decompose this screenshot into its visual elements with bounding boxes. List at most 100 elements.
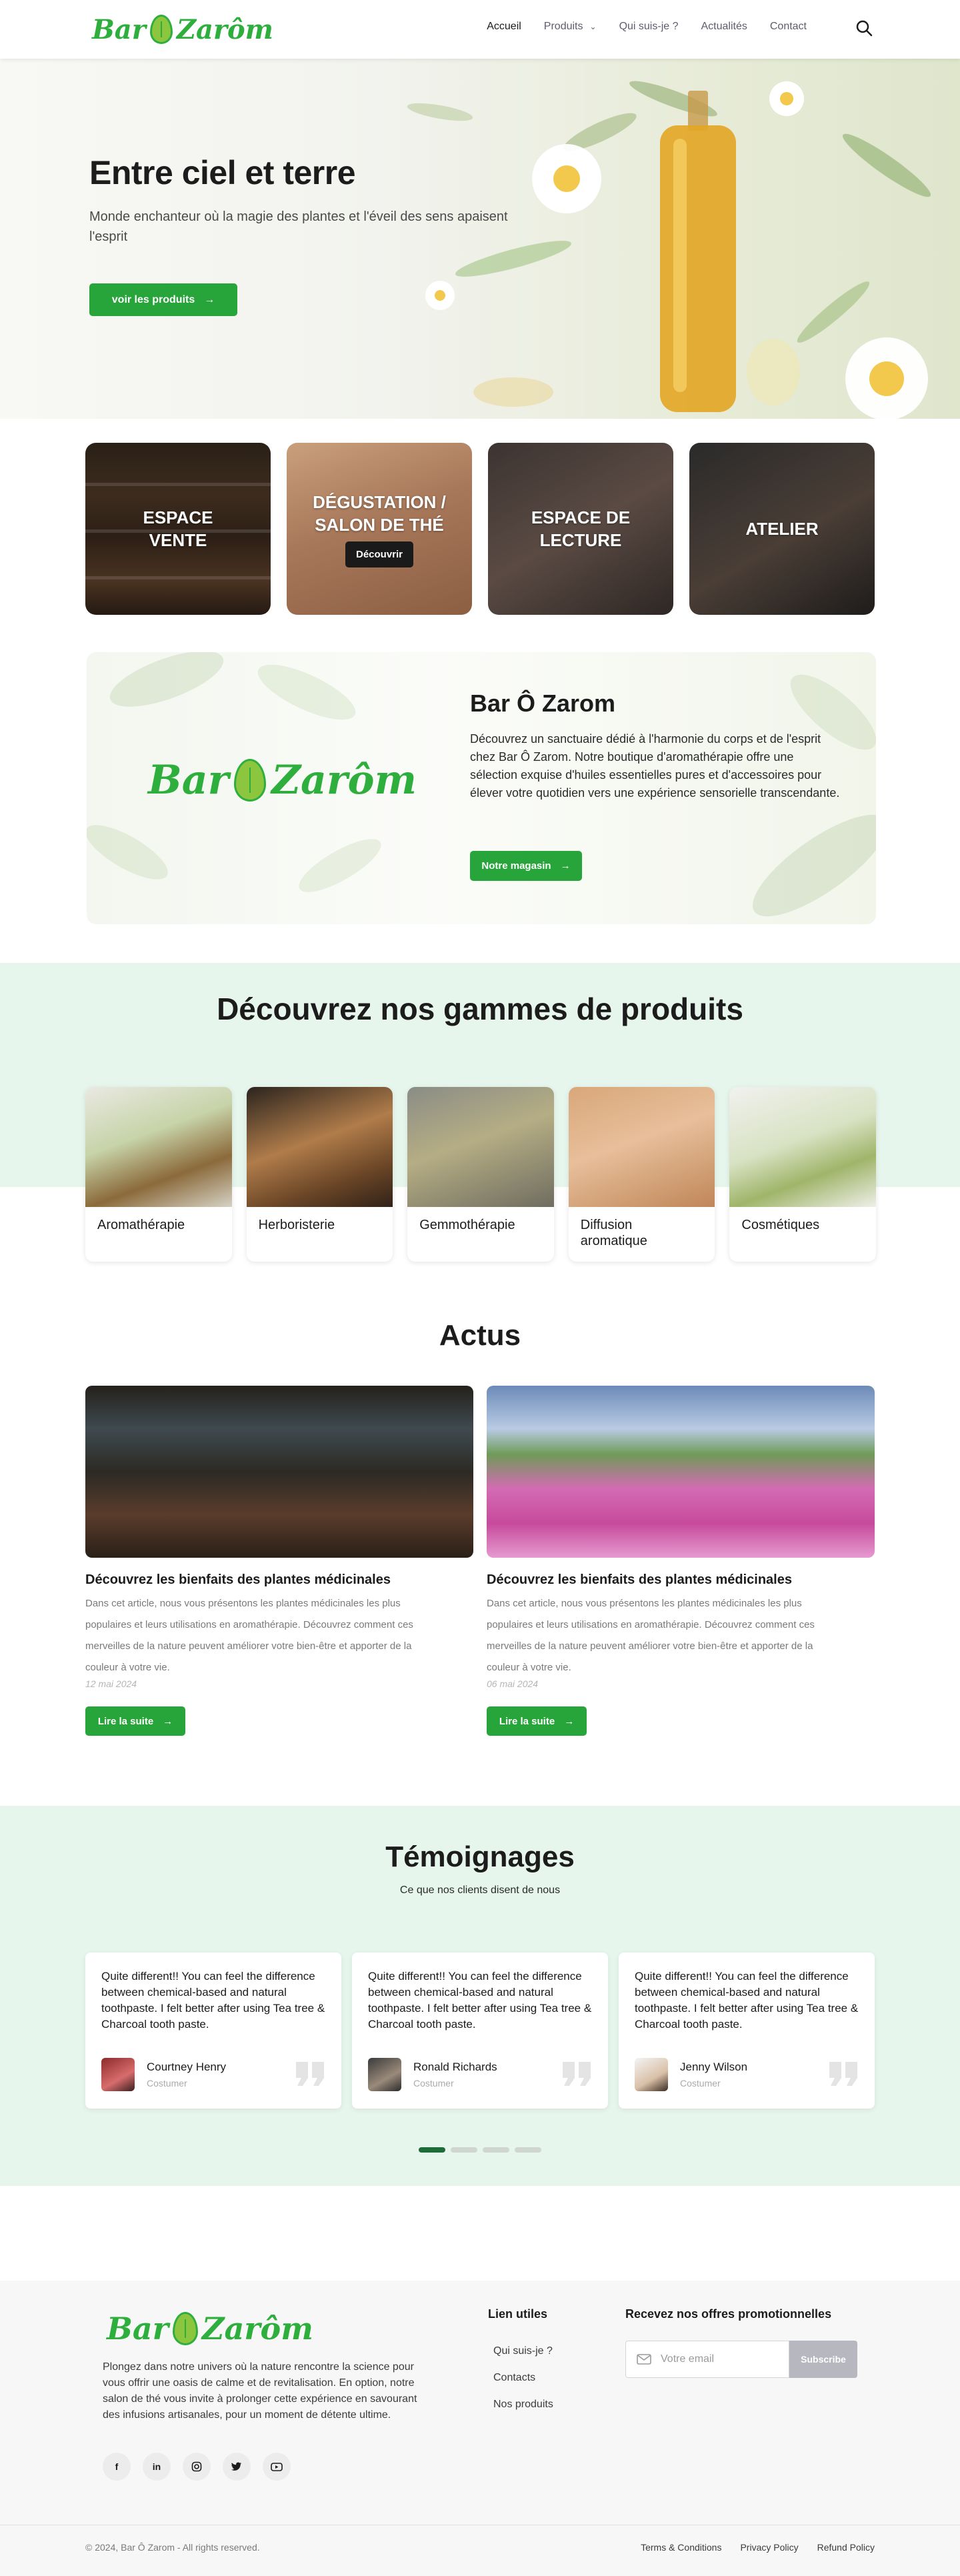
email-field[interactable]: Votre email <box>625 2341 789 2378</box>
facebook-icon[interactable]: f <box>103 2453 131 2481</box>
range-image <box>246 1087 393 1207</box>
brand-logo[interactable]: Bar Zarôm <box>92 13 273 45</box>
leaf-logo-icon <box>234 759 267 802</box>
article-date: 06 mai 2024 <box>487 1678 539 1689</box>
copyright: © 2024, Bar Ô Zarom - All rights reserve… <box>85 2542 260 2553</box>
footer-link-about[interactable]: Qui suis-je ? <box>493 2345 553 2358</box>
refund-link[interactable]: Refund Policy <box>817 2542 875 2553</box>
discover-button[interactable]: Découvrir <box>345 541 414 567</box>
privacy-link[interactable]: Privacy Policy <box>740 2542 798 2553</box>
quote-mark-icon <box>563 2062 591 2086</box>
footer-link-products[interactable]: Nos produits <box>493 2398 553 2411</box>
range-image <box>729 1087 876 1207</box>
carousel-dot-active[interactable] <box>419 2147 445 2153</box>
arrow-right-icon: → <box>163 1715 173 1727</box>
nav-products[interactable]: Produits ⌄ <box>544 21 597 33</box>
social-links: f in <box>103 2453 291 2481</box>
testimonial-role: Costumer <box>147 2078 187 2089</box>
testimonial-card: Quite different!! You can feel the diffe… <box>352 1953 608 2109</box>
product-range-grid: Aromathérapie Herboristerie Gemmothérapi… <box>85 1087 876 1262</box>
twitter-icon[interactable] <box>223 2453 251 2481</box>
tile-espace-lecture[interactable]: ESPACE DE LECTURE <box>488 443 673 615</box>
carousel-dot[interactable] <box>515 2147 541 2153</box>
youtube-icon[interactable] <box>263 2453 291 2481</box>
tile-title: ATELIER <box>745 519 819 539</box>
testimonial-quote: Quite different!! You can feel the diffe… <box>635 1970 859 2031</box>
arrow-right-icon: → <box>564 1715 575 1727</box>
range-image <box>85 1087 232 1207</box>
range-label: Aromathérapie <box>97 1218 185 1232</box>
testimonial-role: Costumer <box>413 2078 454 2089</box>
avatar <box>635 2058 668 2091</box>
article-image[interactable] <box>487 1386 875 1558</box>
shelf-divider <box>85 483 271 486</box>
read-more-button[interactable]: Lire la suite → <box>85 1706 185 1736</box>
gammes-title: Découvrez nos gammes de produits <box>217 992 743 1026</box>
search-icon[interactable] <box>855 19 873 37</box>
hero-subtitle: Monde enchanteur où la magie des plantes… <box>89 209 508 244</box>
newsletter-form: Votre email Subscribe <box>625 2341 857 2378</box>
carousel-pagination <box>419 2147 541 2153</box>
about-section: Bar Zarôm Bar Ô Zarom Découvrez un sanctu… <box>87 652 876 924</box>
nav-contact[interactable]: Contact <box>770 21 807 33</box>
leaf-logo-icon <box>172 2312 198 2345</box>
testimonials-title: Témoignages <box>385 1840 575 1873</box>
footer-logo[interactable]: Bar Zarôm <box>107 2307 313 2350</box>
our-store-label: Notre magasin <box>481 860 551 872</box>
nav-about[interactable]: Qui suis-je ? <box>619 21 679 33</box>
tile-espace-vente[interactable]: ESPACE VENTE <box>85 443 271 615</box>
article-date: 12 mai 2024 <box>85 1678 137 1689</box>
range-card-gemmotherapie[interactable]: Gemmothérapie <box>407 1087 554 1262</box>
range-label: Gemmothérapie <box>419 1218 515 1232</box>
read-more-button[interactable]: Lire la suite → <box>487 1706 587 1736</box>
hero-title: Entre ciel et terre <box>89 154 356 191</box>
tile-title: ESPACE VENTE <box>143 507 213 550</box>
email-placeholder: Votre email <box>661 2353 715 2365</box>
arrow-right-icon: → <box>560 860 571 872</box>
useful-links-title: Lien utiles <box>488 2307 548 2321</box>
main-nav: Accueil Produits ⌄ Qui suis-je ? Actualit… <box>464 21 807 33</box>
footer-link-contacts[interactable]: Contacts <box>493 2371 553 2385</box>
linkedin-icon[interactable]: in <box>143 2453 171 2481</box>
tile-degustation[interactable]: DÉGUSTATION / SALON DE THÉ Découvrir <box>287 443 472 615</box>
article-title[interactable]: Découvrez les bienfaits des plantes médi… <box>487 1572 875 1588</box>
carousel-dot[interactable] <box>483 2147 509 2153</box>
arrow-right-icon: → <box>204 293 215 305</box>
about-title: Bar Ô Zarom <box>470 690 616 717</box>
article-excerpt: Dans cet article, nous vous présentons l… <box>85 1598 413 1673</box>
instagram-icon[interactable] <box>183 2453 211 2481</box>
shelf-divider <box>85 529 271 533</box>
read-more-label: Lire la suite <box>499 1715 555 1727</box>
range-card-diffusion[interactable]: Diffusion aromatique <box>568 1087 715 1262</box>
terms-link[interactable]: Terms & Conditions <box>641 2542 721 2553</box>
range-card-cosmetiques[interactable]: Cosmétiques <box>729 1087 876 1262</box>
tile-title: DÉGUSTATION / SALON DE THÉ <box>313 491 446 535</box>
avatar <box>101 2058 135 2091</box>
nav-news[interactable]: Actualités <box>701 21 747 33</box>
testimonial-card: Quite different!! You can feel the diffe… <box>85 1953 341 2109</box>
subscribe-button[interactable]: Subscribe <box>789 2341 857 2378</box>
testimonial-card: Quite different!! You can feel the diffe… <box>619 1953 875 2109</box>
testimonial-name: Jenny Wilson <box>680 2061 748 2073</box>
tile-title: ESPACE DE LECTURE <box>531 507 631 550</box>
useful-links: Qui suis-je ? Contacts Nos produits <box>493 2345 553 2425</box>
range-label: Herboristerie <box>258 1218 335 1232</box>
chevron-down-icon: ⌄ <box>589 22 597 31</box>
range-image <box>407 1087 554 1207</box>
quote-mark-icon <box>829 2062 857 2086</box>
read-more-label: Lire la suite <box>97 1715 154 1727</box>
range-card-herboristerie[interactable]: Herboristerie <box>246 1087 393 1262</box>
carousel-dot[interactable] <box>451 2147 477 2153</box>
our-store-button[interactable]: Notre magasin → <box>470 851 582 881</box>
testimonial-name: Courtney Henry <box>147 2061 227 2073</box>
testimonial-quote: Quite different!! You can feel the diffe… <box>368 1970 592 2031</box>
tile-atelier[interactable]: ATELIER <box>689 443 875 615</box>
testimonials-carousel: Quite different!! You can feel the diffe… <box>85 1953 875 2109</box>
nav-home[interactable]: Accueil <box>487 21 521 33</box>
mail-icon <box>637 2354 651 2365</box>
article-title[interactable]: Découvrez les bienfaits des plantes médi… <box>85 1572 473 1588</box>
article-image[interactable] <box>85 1386 473 1558</box>
view-products-button[interactable]: voir les produits → <box>89 283 237 316</box>
range-card-aromatherapie[interactable]: Aromathérapie <box>85 1087 232 1262</box>
range-label: Diffusion aromatique <box>580 1218 647 1248</box>
